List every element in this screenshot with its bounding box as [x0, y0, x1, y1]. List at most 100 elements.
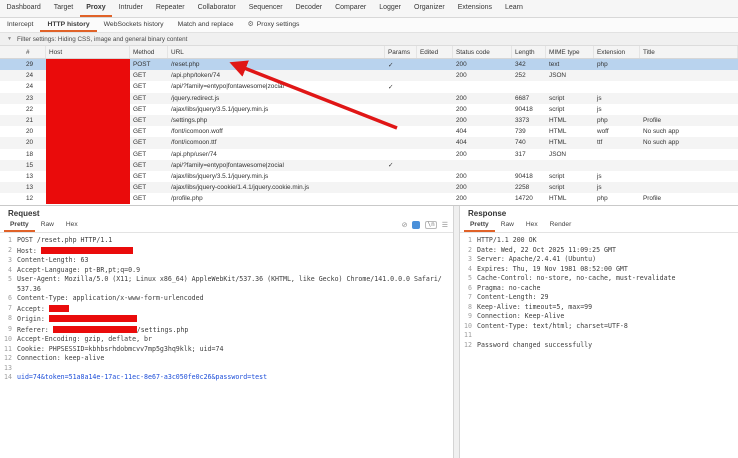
cell-extension: js	[597, 94, 602, 102]
request-tab-pretty[interactable]: Pretty	[4, 219, 35, 232]
main-tab-decoder[interactable]: Decoder	[289, 0, 328, 17]
text-segment: Accept-Language: pt-BR,pt;q=0.9	[17, 265, 141, 274]
line-content: Cookie: PHPSESSID=kbhbsrhdobmcvv7mp5g3hq…	[17, 345, 233, 355]
cell-mime-type: script	[549, 184, 565, 192]
cell-extension: php	[597, 195, 608, 203]
cell-status-code: 200	[456, 172, 467, 180]
table-row[interactable]: 12 GET/profile.php 200 14720 HTML php Profile	[0, 193, 738, 205]
cell-params	[385, 193, 417, 204]
response-tab-render[interactable]: Render	[544, 219, 578, 232]
table-row[interactable]: 13 GET/ajax/libs/jquery-cookie/1.4.1/jque…	[0, 182, 738, 194]
text-segment: Server: Apache/2.4.41 (Ubuntu)	[477, 255, 597, 263]
table-row[interactable]: 22 GET/ajax/libs/jquery/3.5.1/jquery.min.…	[0, 103, 738, 115]
cell-url: /reset.php	[171, 61, 200, 69]
sub-tab-label: WebSockets history	[103, 20, 164, 28]
editor-line: 1 POST /reset.php HTTP/1.1	[0, 236, 453, 246]
column-header-edited[interactable]: Edited	[417, 46, 453, 58]
cancel-icon[interactable]: ⊘	[402, 222, 408, 229]
cell-title	[640, 182, 738, 193]
main-tab-target[interactable]: Target	[47, 0, 79, 17]
cell-url: /font/icomoon.ttf	[171, 139, 217, 147]
newline-icon[interactable]: \n	[425, 221, 437, 229]
column-header--[interactable]: #	[0, 46, 46, 58]
cell-title	[640, 81, 738, 92]
editor-line: 3 Server: Apache/2.4.41 (Ubuntu)	[460, 255, 738, 265]
gear-icon: ⚙	[247, 20, 254, 28]
line-number: 6	[468, 283, 472, 292]
cell-params: ✓	[388, 61, 394, 69]
editor-line: 7 Content-Length: 29	[460, 293, 738, 303]
table-row[interactable]: 20 GET/font/icomoon.ttf 404 740 HTML ttf No su…	[0, 137, 738, 149]
column-header-method[interactable]: Method	[130, 46, 168, 58]
cell-url: /settings.php	[171, 117, 208, 125]
main-tab-logger[interactable]: Logger	[373, 0, 408, 17]
cell-host	[46, 182, 130, 194]
cell-status-code	[453, 160, 512, 171]
table-row[interactable]: 13 GET/ajax/libs/jquery/3.5.1/jquery.min.…	[0, 170, 738, 183]
sub-tab-websockets-history[interactable]: WebSockets history	[97, 18, 171, 32]
editor-line: 4 Expires: Thu, 19 Nov 1981 08:52:00 GMT	[460, 265, 738, 275]
filter-bar[interactable]: ▼ Filter settings: Hiding CSS, image and…	[0, 33, 738, 46]
redacted-host	[46, 137, 130, 149]
main-tab-proxy[interactable]: Proxy	[79, 0, 113, 17]
main-tab-organizer[interactable]: Organizer	[408, 0, 452, 17]
sub-tab-proxy-settings[interactable]: ⚙ Proxy settings	[240, 18, 306, 32]
column-header-params[interactable]: Params	[385, 46, 417, 58]
column-header-title[interactable]: Title	[640, 46, 738, 58]
editor-line: 1 HTTP/1.1 200 OK	[460, 236, 738, 246]
cell-number: 20	[26, 139, 34, 147]
cell-mime-type	[546, 160, 594, 171]
line-content: Accept-Language: pt-BR,pt;q=0.9	[17, 266, 150, 276]
text-segment: /settings.php	[136, 325, 189, 334]
column-header-mime-type[interactable]: MIME type	[546, 46, 594, 58]
main-tab-repeater[interactable]: Repeater	[149, 0, 191, 17]
request-tab-hex[interactable]: Hex	[60, 219, 84, 232]
cell-params	[385, 104, 417, 115]
menu-icon[interactable]: ☰	[442, 222, 448, 229]
main-tab-collaborator[interactable]: Collaborator	[191, 0, 242, 17]
main-tab-comparer[interactable]: Comparer	[329, 0, 373, 17]
table-row[interactable]: 21 GET/settings.php 200 3373 HTML php Profile	[0, 114, 738, 127]
main-tab-intruder[interactable]: Intruder	[112, 0, 149, 17]
sub-tab-match-and-replace[interactable]: Match and replace	[171, 18, 241, 32]
table-row[interactable]: 15 GET/api/?family=entypo|fontawesome|zoc…	[0, 159, 738, 171]
sub-tab-intercept[interactable]: Intercept	[0, 18, 40, 32]
request-tab-raw[interactable]: Raw	[35, 219, 60, 232]
table-row[interactable]: 18 GET/api.php/user/74 200 317 JSON	[0, 148, 738, 160]
request-editor[interactable]: 1 POST /reset.php HTTP/1.1 2 Host: 3 Content…	[0, 233, 453, 458]
cell-mime-type: script	[549, 172, 565, 180]
column-header-host[interactable]: Host	[46, 46, 130, 58]
cell-length: 90418	[515, 172, 533, 180]
main-tab-sequencer[interactable]: Sequencer	[242, 0, 289, 17]
main-tab-extensions[interactable]: Extensions	[451, 0, 498, 17]
line-content: Accept:	[17, 304, 79, 315]
inspector-icon[interactable]	[412, 221, 421, 229]
table-row[interactable]: 20 GET/font/icomoon.woff 404 739 HTML woff No …	[0, 126, 738, 138]
main-tab-dashboard[interactable]: Dashboard	[0, 0, 47, 17]
cell-extension: php	[597, 117, 608, 125]
column-header-url[interactable]: URL	[168, 46, 385, 58]
table-row[interactable]: 23 GET/jquery.redirect.js 200 6687 script js	[0, 92, 738, 104]
response-editor[interactable]: 1 HTTP/1.1 200 OK 2 Date: Wed, 22 Oct 2025 …	[460, 233, 738, 458]
cell-edited	[417, 182, 453, 193]
cell-host	[46, 193, 130, 205]
cell-number: 15	[26, 161, 34, 169]
sub-tab-http-history[interactable]: HTTP history	[40, 18, 97, 32]
proxy-sub-tab-bar: Intercept HTTP history WebSockets history M…	[0, 18, 738, 33]
main-tab-learn[interactable]: Learn	[498, 0, 529, 17]
column-header-extension[interactable]: Extension	[594, 46, 640, 58]
cell-edited	[417, 115, 453, 126]
table-row[interactable]: 24 GET/api.php/token/74 200 252 JSON	[0, 70, 738, 82]
response-tab-hex[interactable]: Hex	[520, 219, 544, 232]
column-header-status-code[interactable]: Status code	[453, 46, 512, 58]
response-tab-pretty[interactable]: Pretty	[464, 219, 495, 232]
cell-length	[512, 160, 546, 171]
message-editor-split: Request Pretty Raw Hex ⊘ \n ☰ 1 POST /reset.p…	[0, 205, 738, 458]
line-number: 9	[8, 324, 12, 333]
column-header-length[interactable]: Length	[512, 46, 546, 58]
table-row[interactable]: 29 POST/reset.php ✓ 200 342 text php	[0, 59, 738, 71]
cell-number: 24	[26, 83, 34, 91]
text-segment: Origin:	[17, 315, 49, 323]
table-row[interactable]: 24 GET/api/?family=entypo|fontawesome|zoc…	[0, 81, 738, 93]
response-tab-raw[interactable]: Raw	[495, 219, 520, 232]
